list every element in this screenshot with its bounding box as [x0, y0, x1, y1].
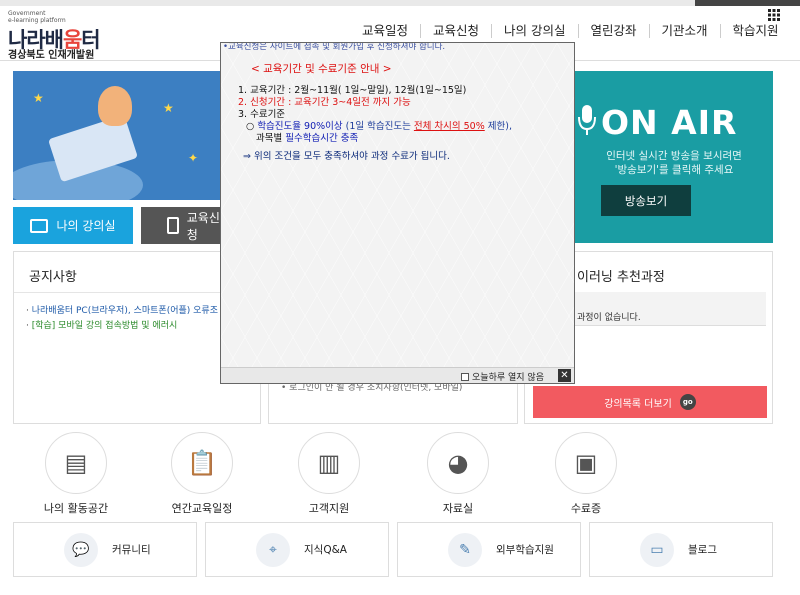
dont-show-today-label: 오늘하루 열지 않음	[472, 373, 544, 383]
apply-label: 교육신청	[186, 210, 220, 242]
faq-item-text[interactable]: 로그인이 안 될 경우 조치사항(인터넷, 모바일)	[289, 383, 462, 393]
list-item[interactable]: · 나라배움터 PC(브라우저), 스마트폰(어플) 오류조	[26, 304, 218, 319]
bottom-link-label: 외부학습지원	[496, 544, 554, 556]
quick-link-activity[interactable]: ▤ 나의 활동공간	[37, 432, 115, 516]
popup-items: 1. 교육기간 : 2월~11월( 1일~말일), 12월(1일~15일) 2.…	[238, 85, 512, 145]
star-icon: ★	[33, 91, 44, 105]
quick-link-label: 나의 활동공간	[43, 502, 109, 515]
grid-icon[interactable]	[768, 6, 780, 25]
popup-heading: < 교육기간 및 수료기준 안내 >	[251, 63, 392, 75]
main-nav: 교육일정 교육신청 나의 강의실 열린강좌 기관소개 학습지원	[350, 24, 791, 38]
checkbox-box[interactable]	[461, 372, 470, 381]
notice-popup: •교육신청은 사이트에 접속 및 회원가입 후 신청하셔야 합니다. < 교육기…	[220, 42, 575, 384]
bottom-link-blog[interactable]: ▭ 블로그	[589, 522, 773, 577]
nav-item-apply[interactable]: 교육신청	[421, 24, 493, 38]
on-air-desc-line-2: '방송보기'를 클릭해 주세요	[614, 164, 734, 176]
on-air-desc: 인터넷 실시간 방송을 보시려면 '방송보기'를 클릭해 주세요	[575, 149, 773, 177]
clipboard-icon: 📋	[171, 432, 233, 494]
popup-daily-limit: 전체 차시의 50%	[413, 121, 485, 132]
list-item[interactable]: · [학습] 모바일 강의 접속방법 및 에러시	[26, 319, 218, 334]
pie-chart-icon: ◕	[427, 432, 489, 494]
on-air-banner: ON AIR 인터넷 실시간 방송을 보시려면 '방송보기'를 클릭해 주세요 …	[575, 71, 773, 243]
go-icon: go	[679, 394, 696, 410]
star-icon: ✦	[188, 151, 199, 165]
nav-item-about[interactable]: 기관소개	[650, 24, 721, 38]
book-icon: ▤	[45, 432, 107, 494]
quick-link-archive[interactable]: ◕ 자료실	[419, 432, 497, 516]
on-air-desc-line-1: 인터넷 실시간 방송을 보시려면	[606, 150, 742, 162]
course-list-more-button[interactable]: 강의목록 더보기 go	[533, 386, 767, 418]
chat-icon: 💬	[64, 532, 98, 567]
my-classroom-button[interactable]: 나의 강의실	[13, 207, 133, 244]
quick-link-label: 수료증	[570, 502, 602, 515]
star-icon: ★	[163, 101, 174, 115]
popup-line-4: ○ 학습진도율 90%이상 (1일 학습진도는 전체 차시의 50% 제한),	[238, 121, 512, 133]
notice-item-text[interactable]: 나라배움터 PC(브라우저), 스마트폰(어플) 오류조	[32, 306, 218, 316]
top-strip	[0, 0, 800, 6]
popup-required-time: 필수학습시간 충족	[285, 133, 359, 144]
popup-line-5-text: 과목별	[256, 133, 286, 144]
close-icon[interactable]: ✕	[558, 369, 571, 382]
bottom-link-label: 지식Q&A	[304, 544, 347, 556]
org-name: 경상북도 인재개발원	[8, 50, 95, 61]
quick-link-customer-support[interactable]: ▥ 고객지원	[290, 432, 368, 516]
apply-button[interactable]: 교육신청	[141, 207, 221, 244]
nav-item-support[interactable]: 학습지원	[721, 24, 791, 38]
nav-item-open-lecture[interactable]: 열린강좌	[579, 24, 650, 38]
popup-line-4-bullet: ○	[246, 121, 258, 132]
quick-link-label: 자료실	[442, 502, 474, 515]
bottom-link-label: 커뮤니티	[112, 544, 151, 556]
nav-item-schedule[interactable]: 교육일정	[350, 24, 422, 38]
bottom-link-label: 블로그	[688, 544, 717, 556]
document-icon: ✎	[448, 532, 482, 567]
popup-line-4-text: (1일 학습진도는	[342, 121, 414, 132]
popup-top-line: •교육신청은 사이트에 접속 및 회원가입 후 신청하셔야 합니다.	[223, 42, 446, 52]
nav-item-my-classroom[interactable]: 나의 강의실	[492, 24, 579, 38]
banner-character	[98, 86, 132, 126]
notice-item-text[interactable]: [학습] 모바일 강의 접속방법 및 에러시	[32, 321, 178, 331]
more-label: 강의목록 더보기	[604, 398, 672, 410]
notice-title: 공지사항	[29, 270, 77, 285]
quick-link-label: 고객지원	[308, 502, 350, 515]
watch-broadcast-button[interactable]: 방송보기	[601, 185, 691, 216]
top-strip-dark	[695, 0, 800, 6]
popup-line-2: 2. 신청기간 : 교육기간 3~4일전 까지 가능	[238, 97, 411, 108]
quick-link-certificate[interactable]: ▣ 수료증	[547, 432, 625, 516]
bottom-link-knowledge-qa[interactable]: ⌖ 지식Q&A	[205, 522, 389, 577]
popup-progress-rate: 학습진도율 90%이상	[257, 121, 343, 132]
monitor-icon: ▭	[640, 532, 674, 567]
popup-footer: 오늘하루 열지 않음 ✕	[221, 367, 574, 383]
bottom-link-community[interactable]: 💬 커뮤니티	[13, 522, 197, 577]
quick-link-label: 연간교육일정	[171, 502, 233, 515]
document-icon	[167, 217, 179, 234]
on-air-title: ON AIR	[601, 103, 738, 142]
quick-link-annual-schedule[interactable]: 📋 연간교육일정	[163, 432, 241, 516]
id-card-icon: ▣	[555, 432, 617, 494]
map-pin-icon: ⌖	[256, 532, 290, 567]
popup-line-3: 3. 수료기준	[238, 109, 286, 120]
site-logo[interactable]: Government e-learning platform 나라배움터 경상북…	[8, 10, 101, 61]
chart-icon: ▥	[298, 432, 360, 494]
bottom-link-external-learning[interactable]: ✎ 외부학습지원	[397, 522, 581, 577]
my-classroom-label: 나의 강의실	[56, 219, 116, 233]
notice-list: · 나라배움터 PC(브라우저), 스마트폰(어플) 오류조 · [학습] 모바…	[26, 304, 218, 334]
main-banner[interactable]: ★ ★ ✦	[13, 71, 221, 200]
recommend-title: 이러닝 추천과정	[577, 270, 665, 285]
dont-show-today-checkbox[interactable]: 오늘하루 열지 않음	[461, 370, 544, 383]
monitor-icon	[30, 218, 49, 233]
popup-line-5: 과목별 필수학습시간 충족	[238, 133, 512, 145]
popup-line-4-end: 제한),	[484, 121, 512, 132]
popup-note: ⇒ 위의 조건을 모두 충족하셔야 과정 수료가 됩니다.	[243, 151, 450, 162]
microphone-icon	[578, 105, 596, 135]
popup-line-1: 1. 교육기간 : 2월~11월( 1일~말일), 12월(1일~15일)	[238, 85, 467, 96]
logo-tagline: Government e-learning platform	[8, 10, 66, 24]
